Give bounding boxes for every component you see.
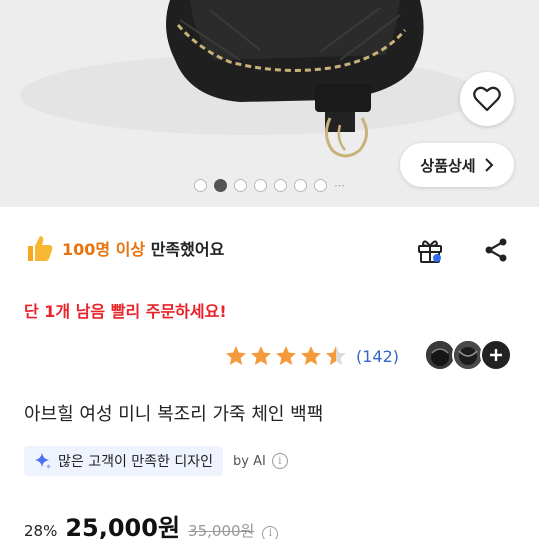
gift-button[interactable] [412, 232, 448, 268]
gallery-dot[interactable] [254, 179, 267, 192]
favorite-button[interactable] [460, 72, 514, 126]
star-full-icon [276, 346, 296, 365]
gallery-dot[interactable] [234, 179, 247, 192]
plus-icon [490, 349, 502, 361]
gallery-dot[interactable] [274, 179, 287, 192]
price-info-icon[interactable]: i [262, 525, 279, 539]
ai-summary-row: 많은 고객이 만족한 디자인 by AI i [24, 446, 288, 476]
sale-price: 25,000원 [65, 514, 181, 539]
thumbs-up-icon [28, 236, 53, 261]
rating-summary[interactable]: (142) [224, 340, 399, 372]
heart-icon [473, 86, 501, 112]
review-photo-thumbnails[interactable] [424, 339, 512, 371]
original-price: 35,000원 [188, 522, 255, 539]
gallery-dot[interactable] [314, 179, 327, 192]
chevron-right-icon [484, 158, 494, 172]
product-title: 아브힐 여성 미니 복조리 가죽 체인 백팩 [24, 404, 324, 425]
satisfaction-suffix: 만족했어요 [145, 240, 225, 259]
star-rating [224, 344, 348, 368]
star-full-icon [251, 346, 271, 365]
star-half-icon [326, 346, 346, 365]
stock-urgency-message: 단 1개 남음 빨리 주문하세요! [24, 302, 227, 321]
ai-summary-text: 많은 고객이 만족한 디자인 [58, 454, 214, 470]
review-photo [426, 341, 454, 369]
review-photo-more-button[interactable] [480, 339, 512, 371]
discount-rate: 28% [24, 522, 58, 539]
gallery-dot-active[interactable] [214, 179, 227, 192]
gallery-dot[interactable] [194, 179, 207, 192]
satisfaction-count: 100명 이상 [62, 240, 146, 259]
product-image-gallery[interactable]: 상품상세 ⋯ [0, 0, 539, 207]
sparkle-icon [35, 453, 51, 469]
ai-attribution: by AI i [233, 453, 288, 469]
star-full-icon [301, 346, 321, 365]
product-detail-label: 상품상세 [420, 156, 476, 175]
share-icon [485, 238, 507, 262]
satisfaction-banner: 100명 이상 만족했어요 [24, 232, 224, 264]
star-full-icon [226, 346, 246, 365]
review-count[interactable]: (142) [356, 347, 399, 366]
price-row: 28% 25,000원 35,000원 i [24, 508, 279, 539]
share-button[interactable] [478, 232, 514, 268]
ai-summary-chip[interactable]: 많은 고객이 만족한 디자인 [24, 446, 224, 476]
gallery-dot[interactable] [294, 179, 307, 192]
ai-attribution-label: by AI [233, 453, 266, 469]
gallery-more-indicator: ⋯ [334, 179, 345, 192]
gift-icon [418, 240, 442, 263]
info-icon[interactable]: i [271, 453, 288, 469]
review-photo [454, 341, 482, 369]
gallery-pagination: ⋯ [0, 179, 539, 192]
